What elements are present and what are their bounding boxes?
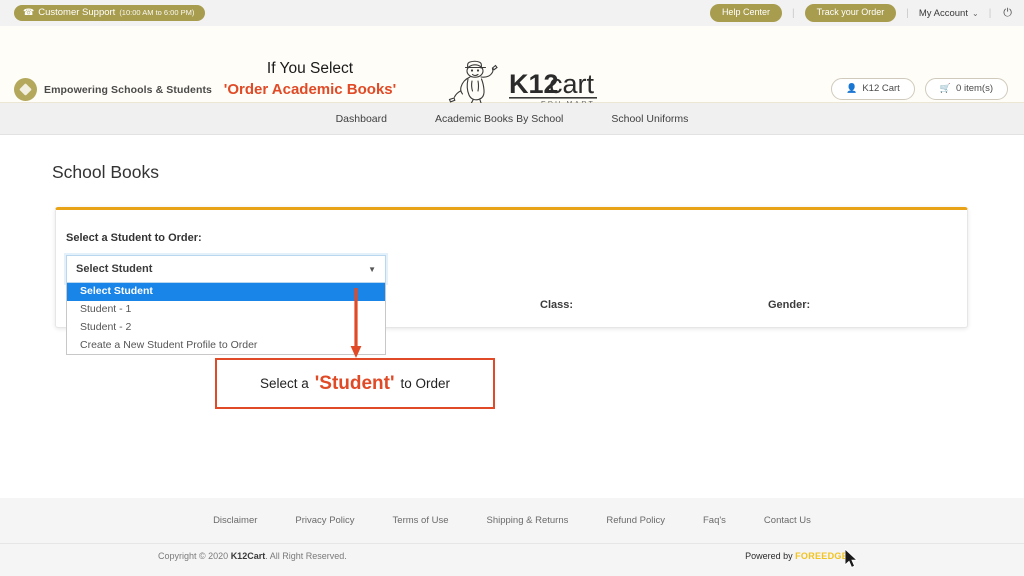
main-navigation: Dashboard Academic Books By School Schoo… xyxy=(0,103,1024,135)
customer-support-badge[interactable]: ☎ Customer Support (10:00 AM to 6:00 PM) xyxy=(14,4,206,22)
foreedge-brand: FOREEDGE xyxy=(795,551,848,561)
dropdown-option-student-1[interactable]: Student - 1 xyxy=(67,301,385,319)
copyright-text: Copyright © 2020 K12Cart. All Right Rese… xyxy=(158,551,347,561)
cart-items-label: 0 item(s) xyxy=(956,83,993,94)
diamond-badge-icon xyxy=(14,78,37,101)
header-cart-buttons: 👤 K12 Cart 🛒 0 item(s) xyxy=(831,78,1008,100)
k12-cart-account-label: K12 Cart xyxy=(862,83,900,94)
cart-icon: 🛒 xyxy=(939,83,952,94)
class-field: Class: xyxy=(540,295,573,313)
student-select-wrapper: Select Student ▼ Select Student Student … xyxy=(66,255,386,356)
top-bar-divider: | xyxy=(906,7,909,19)
mouse-pointer-icon xyxy=(845,549,859,568)
callout-text-after: to Order xyxy=(400,376,451,391)
phone-icon: ☎ xyxy=(23,7,35,17)
page-root: ☎ Customer Support (10:00 AM to 6:00 PM)… xyxy=(0,0,1024,576)
gender-field: Gender: xyxy=(768,295,810,313)
select-student-label: Select a Student to Order: xyxy=(66,232,202,244)
annotation-line-2: 'Order Academic Books' xyxy=(223,81,397,99)
chevron-down-icon: ⌄ xyxy=(971,8,979,18)
chevron-down-icon: ▼ xyxy=(368,264,376,274)
main-content: School Books Select a Student to Order: … xyxy=(0,135,1024,498)
top-bar-divider: | xyxy=(791,7,795,19)
utility-top-bar: ☎ Customer Support (10:00 AM to 6:00 PM)… xyxy=(0,0,1024,26)
customer-support-hours: (10:00 AM to 6:00 PM) xyxy=(119,7,195,17)
footer-link-disclaimer[interactable]: Disclaimer xyxy=(213,515,257,526)
footer-link-contact-us[interactable]: Contact Us xyxy=(764,515,811,526)
student-select-card: Select a Student to Order: Select Studen… xyxy=(55,207,968,356)
footer-link-shipping-returns[interactable]: Shipping & Returns xyxy=(487,515,569,526)
logout-power-icon[interactable]: ⏻ xyxy=(1001,7,1012,20)
logo-wordmark-2: cart xyxy=(549,69,595,99)
nav-item-dashboard[interactable]: Dashboard xyxy=(336,113,387,125)
my-account-label: My Account xyxy=(918,7,968,19)
powered-by-prefix: Powered by xyxy=(745,551,796,561)
footer-link-row: Disclaimer Privacy Policy Terms of Use S… xyxy=(0,498,1024,544)
top-bar-actions: Help Center | Track your Order | My Acco… xyxy=(709,4,1012,22)
annotation-arrow-icon xyxy=(350,288,362,358)
student-select-value: Select Student xyxy=(76,263,153,275)
dropdown-option-select-student[interactable]: Select Student xyxy=(67,283,385,301)
site-footer: Disclaimer Privacy Policy Terms of Use S… xyxy=(0,498,1024,576)
callout-text-highlight: 'Student' xyxy=(314,372,395,394)
top-bar-divider: | xyxy=(988,7,992,19)
footer-link-terms-of-use[interactable]: Terms of Use xyxy=(393,515,449,526)
dropdown-option-student-2[interactable]: Student - 2 xyxy=(67,319,385,337)
page-title: School Books xyxy=(52,162,160,182)
footer-link-refund-policy[interactable]: Refund Policy xyxy=(606,515,665,526)
callout-text-before: Select a xyxy=(259,376,309,391)
k12-cart-account-button[interactable]: 👤 K12 Cart xyxy=(831,78,915,100)
student-dropdown-list[interactable]: Select Student Student - 1 Student - 2 C… xyxy=(66,283,386,356)
footer-link-privacy-policy[interactable]: Privacy Policy xyxy=(295,515,354,526)
my-account-menu[interactable]: My Account ⌄ xyxy=(919,8,979,19)
header-annotation: If You Select 'Order Academic Books' xyxy=(206,59,414,100)
copyright-prefix: Copyright © 2020 xyxy=(158,551,231,561)
nav-item-school-uniforms[interactable]: School Uniforms xyxy=(611,113,688,125)
copyright-brand: K12Cart xyxy=(230,551,266,561)
cart-items-button[interactable]: 🛒 0 item(s) xyxy=(924,78,1008,100)
help-center-button[interactable]: Help Center xyxy=(709,4,782,22)
track-order-button[interactable]: Track your Order xyxy=(804,4,897,22)
student-select-input[interactable]: Select Student ▼ xyxy=(66,255,386,283)
gender-label: Gender: xyxy=(768,299,811,311)
class-label: Class: xyxy=(540,299,574,311)
site-header: Empowering Schools & Students If You Sel… xyxy=(0,26,1024,117)
copyright-suffix: . All Right Reserved. xyxy=(265,551,347,561)
footer-link-faqs[interactable]: Faq's xyxy=(703,515,726,526)
brand-tagline-block: Empowering Schools & Students xyxy=(14,78,212,101)
annotation-line-1: If You Select xyxy=(266,60,354,77)
nav-item-academic-books-by-school[interactable]: Academic Books By School xyxy=(435,113,563,125)
powered-by-text: Powered by FOREEDGE xyxy=(745,551,848,561)
brand-tagline-label: Empowering Schools & Students xyxy=(44,83,212,96)
annotation-callout-box: Select a 'Student' to Order xyxy=(215,358,495,409)
dropdown-option-create-new-student[interactable]: Create a New Student Profile to Order xyxy=(67,337,385,355)
user-icon: 👤 xyxy=(846,83,858,94)
customer-support-label: Customer Support xyxy=(38,6,116,18)
